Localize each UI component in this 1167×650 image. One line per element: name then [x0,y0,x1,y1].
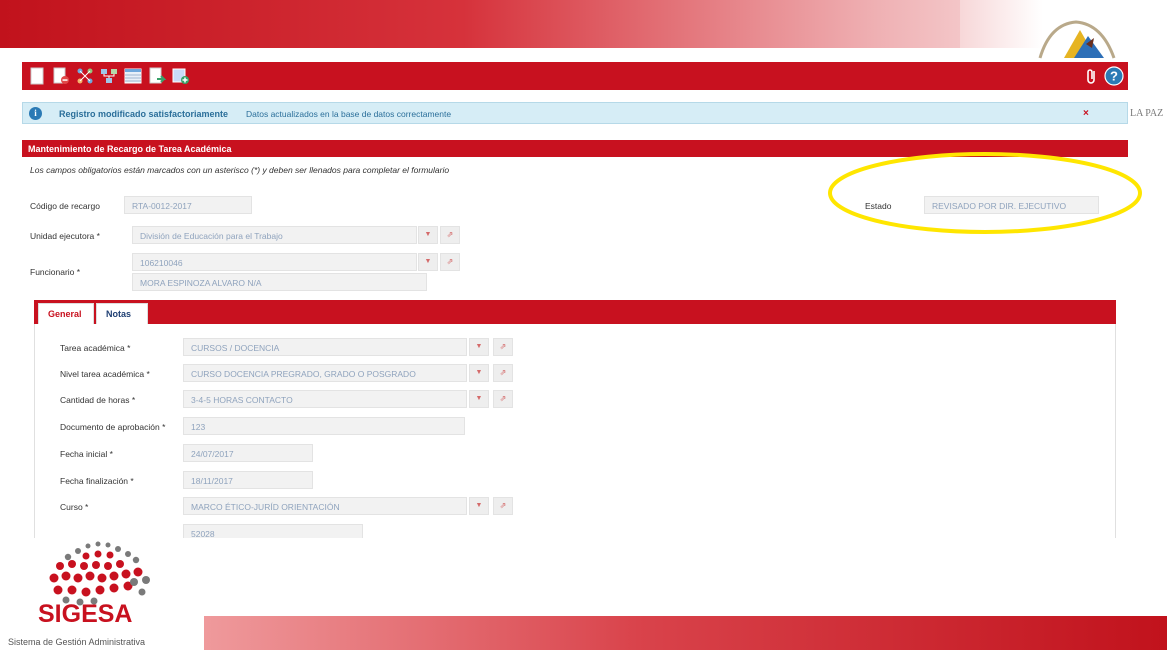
curso-label: Curso * [60,502,89,512]
delete-document-icon[interactable] [52,67,70,85]
app-window: ? i Registro modificado satisfactoriamen… [22,62,1128,538]
nivel-dropdown-icon[interactable]: ▼ [469,364,489,382]
horas-open-icon[interactable]: ⇗ [493,390,513,408]
add-record-icon[interactable] [172,67,190,85]
slide-top-band [0,0,1030,48]
codigo-field[interactable]: RTA-0012-2017 [124,196,252,214]
toolbar: ? [22,62,1128,90]
tarea-label: Tarea académica * [60,343,131,353]
sigesa-subtitle: Sistema de Gestión Administrativa [8,637,146,647]
table-list-icon[interactable] [124,67,142,85]
funcionario-name-field: MORA ESPINOZA ALVARO N/A [132,273,427,291]
alert-title: Registro modificado satisfactoriamente [59,109,229,119]
institution-logo-icon [1038,20,1116,59]
curso-dropdown-icon[interactable]: ▼ [469,497,489,515]
tarea-dropdown-icon[interactable]: ▼ [469,338,489,356]
funcionario-dropdown-icon[interactable]: ▼ [418,253,438,271]
fecha-final-field[interactable]: 18/11/2017 [183,471,313,489]
alert-message: Datos actualizados en la base de datos c… [246,109,452,119]
nivel-label: Nivel tarea académica * [60,369,150,379]
funcionario-open-icon[interactable]: ⇗ [440,253,460,271]
unidad-label: Unidad ejecutora * [30,231,100,241]
fecha-inicial-label: Fecha inicial * [60,449,113,459]
documento-field[interactable]: 123 [183,417,465,435]
curso-open-icon[interactable]: ⇗ [493,497,513,515]
attachment-icon[interactable] [1082,66,1102,86]
tarea-open-icon[interactable]: ⇗ [493,338,513,356]
fecha-inicial-field[interactable]: 24/07/2017 [183,444,313,462]
estado-highlight-ellipse [828,152,1142,234]
unidad-dropdown-icon[interactable]: ▼ [418,226,438,244]
unidad-open-icon[interactable]: ⇗ [440,226,460,244]
tab-bar: General Notas [34,300,1116,324]
horas-field[interactable]: 3-4-5 HORAS CONTACTO [183,390,467,408]
new-document-icon[interactable] [28,67,46,85]
horas-dropdown-icon[interactable]: ▼ [469,390,489,408]
fecha-final-label: Fecha finalización * [60,476,134,486]
curso-field[interactable]: MARCO ÉTICO-JURÍD ORIENTACIÓN [183,497,467,515]
info-icon: i [29,107,42,120]
svg-text:?: ? [1110,69,1118,84]
tarea-field[interactable]: CURSOS / DOCENCIA [183,338,467,356]
funcionario-id-field[interactable]: 106210046 [132,253,417,271]
tab-general[interactable]: General [38,303,94,324]
nivel-field[interactable]: CURSO DOCENCIA PREGRADO, GRADO O POSGRAD… [183,364,467,382]
success-alert: i Registro modificado satisfactoriamente… [22,102,1128,124]
tree-structure-icon[interactable] [100,67,118,85]
side-caption: LA PAZ [1130,108,1164,119]
nivel-open-icon[interactable]: ⇗ [493,364,513,382]
close-icon[interactable]: × [1083,108,1089,119]
tab-notas[interactable]: Notas [96,303,148,324]
sigesa-logo-icon [49,541,150,606]
sigesa-title: SIGESA [38,600,133,628]
slide-bottom-band [204,616,1167,650]
documento-label: Documento de aprobación * [60,422,166,432]
horas-label: Cantidad de horas * [60,395,136,405]
help-icon[interactable]: ? [1104,66,1124,86]
export-document-icon[interactable] [148,67,166,85]
workflow-icon[interactable] [76,67,94,85]
next-field[interactable]: 52028 [183,524,363,538]
required-note: Los campos obligatorios están marcados c… [30,165,450,175]
codigo-label: Código de recargo [30,201,100,211]
funcionario-label: Funcionario * [30,267,81,277]
unidad-field[interactable]: División de Educación para el Trabajo [132,226,417,244]
